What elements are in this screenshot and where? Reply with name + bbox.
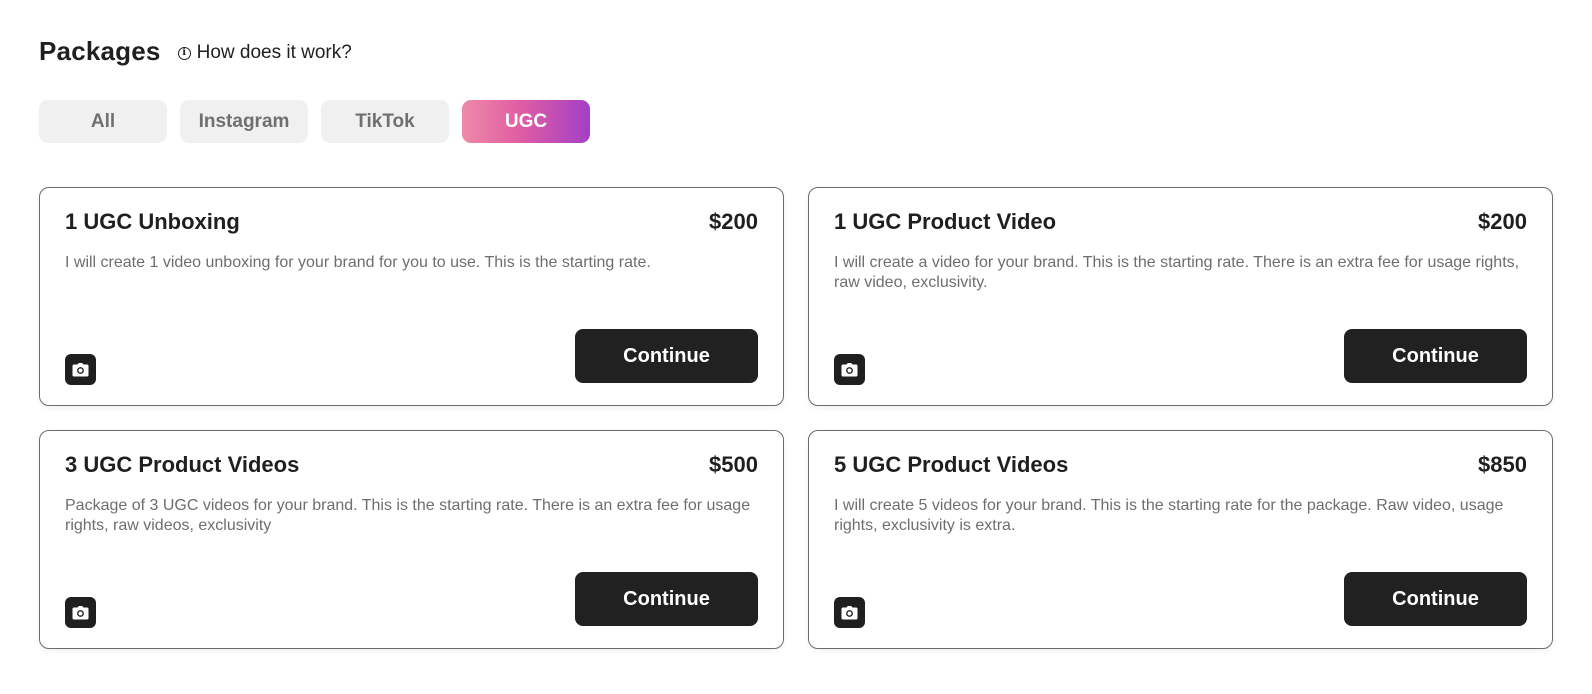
tab-ugc[interactable]: UGC [462, 100, 590, 143]
tab-all[interactable]: All [39, 100, 167, 143]
package-card: 5 UGC Product Videos $850 I will create … [808, 430, 1553, 649]
platform-tabs: All Instagram TikTok UGC [39, 100, 603, 143]
package-description: I will create a video for your brand. Th… [834, 254, 1520, 291]
how-does-it-work-label: How does it work? [196, 42, 352, 63]
page-title: Packages [39, 36, 161, 66]
package-description: Package of 3 UGC videos for your brand. … [65, 497, 751, 534]
package-card: 1 UGC Unboxing $200 I will create 1 vide… [39, 187, 784, 406]
package-title: 5 UGC Product Videos [834, 452, 1069, 477]
package-grid: 1 UGC Unboxing $200 I will create 1 vide… [39, 187, 1553, 649]
camera-icon [834, 354, 865, 385]
package-price: $500 [709, 452, 758, 477]
package-description: I will create 5 videos for your brand. T… [834, 497, 1504, 534]
package-title: 1 UGC Unboxing [65, 209, 240, 234]
info-icon: i [177, 46, 191, 60]
package-description: I will create 1 video unboxing for your … [65, 254, 651, 271]
package-title: 3 UGC Product Videos [65, 452, 300, 477]
how-does-it-work-link[interactable]: i How does it work? [177, 42, 352, 64]
continue-button[interactable]: Continue [1344, 329, 1527, 383]
package-card: 3 UGC Product Videos $500 Package of 3 U… [39, 430, 784, 649]
packages-header: Packages i How does it work? [39, 36, 352, 67]
package-price: $200 [1478, 209, 1527, 234]
camera-icon [65, 354, 96, 385]
packages-page: Packages i How does it work? All Instagr… [0, 0, 1592, 694]
continue-button[interactable]: Continue [575, 572, 758, 626]
camera-icon [65, 597, 96, 628]
camera-icon [834, 597, 865, 628]
continue-button[interactable]: Continue [1344, 572, 1527, 626]
package-card: 1 UGC Product Video $200 I will create a… [808, 187, 1553, 406]
continue-button[interactable]: Continue [575, 329, 758, 383]
tab-instagram[interactable]: Instagram [180, 100, 308, 143]
package-price: $200 [709, 209, 758, 234]
tab-tiktok[interactable]: TikTok [321, 100, 449, 143]
package-price: $850 [1478, 452, 1527, 477]
package-title: 1 UGC Product Video [834, 209, 1057, 234]
